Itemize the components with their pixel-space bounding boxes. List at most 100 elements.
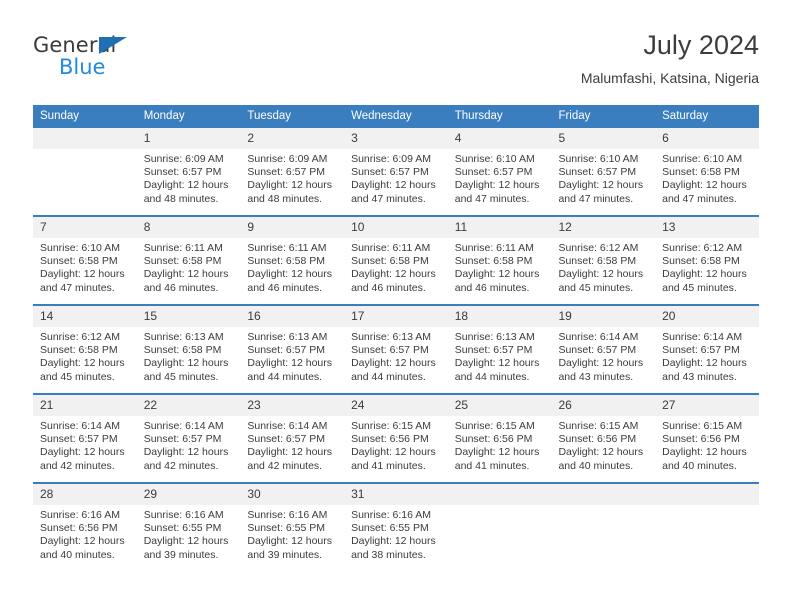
day-cell[interactable]: 21 Sunrise: 6:14 AM Sunset: 6:57 PM Dayl… — [33, 393, 137, 483]
sunset-text: Sunset: 6:57 PM — [454, 166, 533, 179]
sunset-text: Sunset: 6:58 PM — [351, 255, 429, 268]
weekday-header-wednesday: Wednesday — [344, 105, 448, 128]
day-number: 1 — [136, 128, 241, 149]
sunrise-text: Sunrise: 6:12 AM — [662, 242, 743, 254]
day-cell[interactable]: 10 Sunrise: 6:11 AM Sunset: 6:58 PM Dayl… — [344, 215, 448, 305]
calendar-body: 1 Sunrise: 6:09 AM Sunset: 6:57 PM Dayli… — [33, 128, 759, 571]
day-number: 27 — [655, 395, 759, 416]
day-number: 26 — [551, 395, 656, 416]
daylight-text-line2: and 45 minutes. — [558, 281, 634, 294]
sunrise-text: Sunrise: 6:13 AM — [247, 331, 328, 343]
day-details: Sunrise: 6:14 AM Sunset: 6:57 PM Dayligh… — [655, 327, 759, 384]
sunrise-text: Sunrise: 6:11 AM — [143, 242, 223, 254]
day-cell[interactable]: 13 Sunrise: 6:12 AM Sunset: 6:58 PM Dayl… — [655, 215, 759, 305]
day-cell[interactable] — [551, 482, 656, 571]
weekday-header-tuesday: Tuesday — [240, 105, 345, 128]
day-cell[interactable]: 8 Sunrise: 6:11 AM Sunset: 6:58 PM Dayli… — [136, 215, 241, 305]
sunset-text: Sunset: 6:58 PM — [40, 344, 118, 357]
daylight-text-line1: Daylight: 12 hours — [558, 179, 644, 192]
daylight-text-line1: Daylight: 12 hours — [247, 268, 333, 281]
sunset-text: Sunset: 6:57 PM — [351, 166, 429, 179]
sunset-text: Sunset: 6:57 PM — [454, 344, 533, 357]
day-cell[interactable]: 1 Sunrise: 6:09 AM Sunset: 6:57 PM Dayli… — [136, 128, 241, 216]
daylight-text-line2: and 39 minutes. — [247, 548, 323, 561]
daylight-text-line1: Daylight: 12 hours — [143, 179, 229, 192]
day-cell[interactable]: 15 Sunrise: 6:13 AM Sunset: 6:58 PM Dayl… — [136, 304, 241, 394]
generalblue-logo[interactable]: General Blue — [33, 33, 193, 83]
day-cell[interactable]: 24 Sunrise: 6:15 AM Sunset: 6:56 PM Dayl… — [344, 393, 448, 483]
day-cell[interactable]: 18 Sunrise: 6:13 AM Sunset: 6:57 PM Dayl… — [447, 304, 552, 394]
daylight-text-line1: Daylight: 12 hours — [558, 357, 644, 370]
daylight-text-line2: and 48 minutes. — [247, 192, 323, 205]
day-cell[interactable]: 17 Sunrise: 6:13 AM Sunset: 6:57 PM Dayl… — [344, 304, 448, 394]
day-details: Sunrise: 6:13 AM Sunset: 6:57 PM Dayligh… — [240, 327, 344, 384]
day-cell[interactable]: 19 Sunrise: 6:14 AM Sunset: 6:57 PM Dayl… — [551, 304, 656, 394]
day-number — [33, 128, 137, 149]
day-cell[interactable] — [655, 482, 759, 571]
day-cell[interactable]: 27 Sunrise: 6:15 AM Sunset: 6:56 PM Dayl… — [655, 393, 759, 483]
day-cell[interactable]: 23 Sunrise: 6:14 AM Sunset: 6:57 PM Dayl… — [240, 393, 345, 483]
day-number: 11 — [447, 217, 552, 238]
day-cell[interactable] — [447, 482, 552, 571]
day-cell[interactable]: 30 Sunrise: 6:16 AM Sunset: 6:55 PM Dayl… — [240, 482, 345, 571]
day-details: Sunrise: 6:10 AM Sunset: 6:57 PM Dayligh… — [551, 149, 655, 206]
day-cell[interactable] — [33, 128, 137, 216]
sunset-text: Sunset: 6:58 PM — [143, 255, 222, 268]
day-number: 25 — [447, 395, 552, 416]
daylight-text-line1: Daylight: 12 hours — [40, 357, 125, 370]
day-number: 30 — [240, 484, 345, 505]
daylight-text-line2: and 45 minutes. — [143, 370, 219, 383]
day-cell[interactable]: 20 Sunrise: 6:14 AM Sunset: 6:57 PM Dayl… — [655, 304, 759, 394]
day-details: Sunrise: 6:15 AM Sunset: 6:56 PM Dayligh… — [551, 416, 655, 473]
day-cell[interactable]: 28 Sunrise: 6:16 AM Sunset: 6:56 PM Dayl… — [33, 482, 137, 571]
daylight-text-line1: Daylight: 12 hours — [351, 535, 436, 548]
day-details: Sunrise: 6:16 AM Sunset: 6:55 PM Dayligh… — [344, 505, 448, 562]
daylight-text-line1: Daylight: 12 hours — [454, 357, 540, 370]
day-cell[interactable]: 11 Sunrise: 6:11 AM Sunset: 6:58 PM Dayl… — [447, 215, 552, 305]
daylight-text-line1: Daylight: 12 hours — [143, 446, 229, 459]
day-details: Sunrise: 6:16 AM Sunset: 6:55 PM Dayligh… — [137, 505, 241, 562]
sunrise-text: Sunrise: 6:14 AM — [558, 331, 639, 343]
day-cell[interactable]: 6 Sunrise: 6:10 AM Sunset: 6:58 PM Dayli… — [655, 128, 759, 216]
day-cell[interactable]: 3 Sunrise: 6:09 AM Sunset: 6:57 PM Dayli… — [344, 128, 448, 216]
day-number: 8 — [136, 217, 241, 238]
day-cell[interactable]: 7 Sunrise: 6:10 AM Sunset: 6:58 PM Dayli… — [33, 215, 137, 305]
daylight-text-line2: and 47 minutes. — [454, 192, 530, 205]
day-number: 17 — [344, 306, 448, 327]
day-cell[interactable]: 26 Sunrise: 6:15 AM Sunset: 6:56 PM Dayl… — [551, 393, 656, 483]
daylight-text-line1: Daylight: 12 hours — [454, 446, 540, 459]
day-cell[interactable]: 4 Sunrise: 6:10 AM Sunset: 6:57 PM Dayli… — [447, 128, 552, 216]
day-cell[interactable]: 5 Sunrise: 6:10 AM Sunset: 6:57 PM Dayli… — [551, 128, 656, 216]
day-number: 12 — [551, 217, 656, 238]
daylight-text-line1: Daylight: 12 hours — [662, 179, 747, 192]
daylight-text-line1: Daylight: 12 hours — [351, 179, 436, 192]
day-cell[interactable]: 9 Sunrise: 6:11 AM Sunset: 6:58 PM Dayli… — [240, 215, 345, 305]
day-details: Sunrise: 6:10 AM Sunset: 6:57 PM Dayligh… — [448, 149, 552, 206]
day-cell[interactable]: 29 Sunrise: 6:16 AM Sunset: 6:55 PM Dayl… — [136, 482, 241, 571]
day-number — [447, 484, 552, 505]
sunset-text: Sunset: 6:55 PM — [351, 522, 429, 535]
daylight-text-line1: Daylight: 12 hours — [351, 357, 436, 370]
sunrise-text: Sunrise: 6:11 AM — [247, 242, 327, 254]
day-details — [448, 505, 552, 509]
weekday-header-saturday: Saturday — [655, 105, 759, 128]
daylight-text-line2: and 40 minutes. — [558, 459, 634, 472]
day-cell[interactable]: 25 Sunrise: 6:15 AM Sunset: 6:56 PM Dayl… — [447, 393, 552, 483]
sunrise-text: Sunrise: 6:14 AM — [247, 420, 328, 432]
day-number: 16 — [240, 306, 345, 327]
daylight-text-line1: Daylight: 12 hours — [351, 268, 436, 281]
day-cell[interactable]: 16 Sunrise: 6:13 AM Sunset: 6:57 PM Dayl… — [240, 304, 345, 394]
day-cell[interactable]: 31 Sunrise: 6:16 AM Sunset: 6:55 PM Dayl… — [344, 482, 448, 571]
sunrise-text: Sunrise: 6:13 AM — [454, 331, 535, 343]
sunset-text: Sunset: 6:55 PM — [247, 522, 326, 535]
daylight-text-line2: and 42 minutes. — [40, 459, 115, 472]
calendar-table: Sunday Monday Tuesday Wednesday Thursday… — [33, 105, 759, 571]
daylight-text-line2: and 47 minutes. — [40, 281, 115, 294]
day-cell[interactable]: 2 Sunrise: 6:09 AM Sunset: 6:57 PM Dayli… — [240, 128, 345, 216]
day-cell[interactable]: 14 Sunrise: 6:12 AM Sunset: 6:58 PM Dayl… — [33, 304, 137, 394]
day-cell[interactable]: 22 Sunrise: 6:14 AM Sunset: 6:57 PM Dayl… — [136, 393, 241, 483]
day-cell[interactable]: 12 Sunrise: 6:12 AM Sunset: 6:58 PM Dayl… — [551, 215, 656, 305]
daylight-text-line1: Daylight: 12 hours — [351, 446, 436, 459]
sunset-text: Sunset: 6:58 PM — [143, 344, 222, 357]
sunset-text: Sunset: 6:57 PM — [40, 433, 118, 446]
